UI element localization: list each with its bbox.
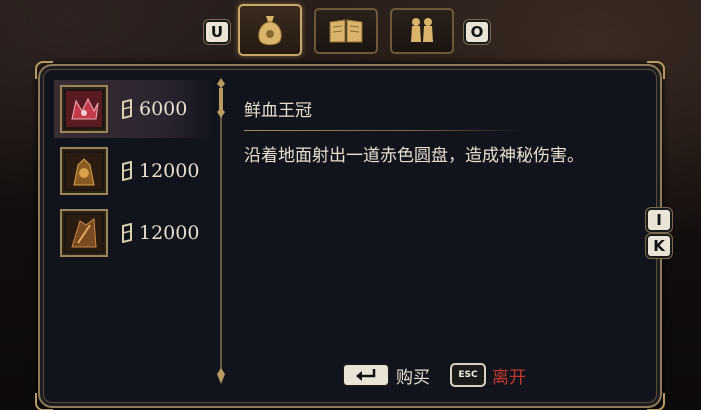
tab-journal[interactable]: [314, 8, 378, 54]
panel-corner: [35, 61, 53, 79]
enter-key[interactable]: [342, 363, 390, 387]
shop-item-bronze-relic[interactable]: 12000: [54, 204, 214, 262]
scrollbar-track[interactable]: [220, 86, 222, 376]
item-title: 鲜血王冠: [244, 101, 312, 121]
book-icon: [329, 19, 363, 43]
item-price: 6000: [120, 98, 187, 120]
chess-pieces-icon: [411, 18, 433, 42]
tab-shop[interactable]: [238, 4, 302, 56]
item-price-value: 12000: [139, 160, 200, 182]
panel-corner: [35, 393, 53, 410]
item-description: 沿着地面射出一道赤色圆盘，造成神秘伤害。: [244, 146, 584, 166]
tab-party[interactable]: [390, 8, 454, 54]
shop-panel: 6000 12000 12000 鲜血王冠 沿着地面射出一道赤色圆盘，造成神秘伤…: [35, 61, 672, 410]
game-screen: { "tabs": { "prev_key": "U", "next_key":…: [0, 0, 701, 410]
item-price: 12000: [120, 160, 199, 182]
scrollbar-thumb[interactable]: [213, 78, 229, 118]
coin-icon: [122, 99, 132, 119]
action-footer: 购买 ESC 离开: [342, 362, 526, 388]
next-tab-key[interactable]: O: [464, 20, 490, 44]
gold-relic-icon: [60, 147, 108, 195]
esc-key[interactable]: ESC: [450, 363, 486, 387]
coin-icon: [122, 223, 132, 243]
bronze-relic-icon: [60, 209, 108, 257]
money-bag-icon: [258, 16, 282, 46]
title-divider: [244, 130, 524, 131]
tab-bar: U O: [204, 4, 494, 56]
blood-crown-icon: [60, 85, 108, 133]
shop-item-blood-crown[interactable]: 6000: [54, 80, 214, 138]
scrollbar-end: [217, 368, 225, 384]
shop-item-gold-relic[interactable]: 12000: [54, 142, 214, 200]
leave-button[interactable]: 离开: [492, 363, 526, 388]
prev-tab-key[interactable]: U: [204, 20, 230, 44]
item-price-value: 6000: [139, 98, 188, 120]
item-price: 12000: [120, 222, 199, 244]
coin-icon: [122, 161, 132, 181]
enter-arrow-icon: [356, 369, 376, 381]
buy-button[interactable]: 购买: [396, 363, 430, 388]
item-price-value: 12000: [139, 222, 200, 244]
panel-corner: [647, 61, 665, 79]
panel-corner: [647, 393, 665, 410]
scroll-up-key[interactable]: I: [646, 208, 672, 232]
scroll-down-key[interactable]: K: [646, 234, 672, 258]
